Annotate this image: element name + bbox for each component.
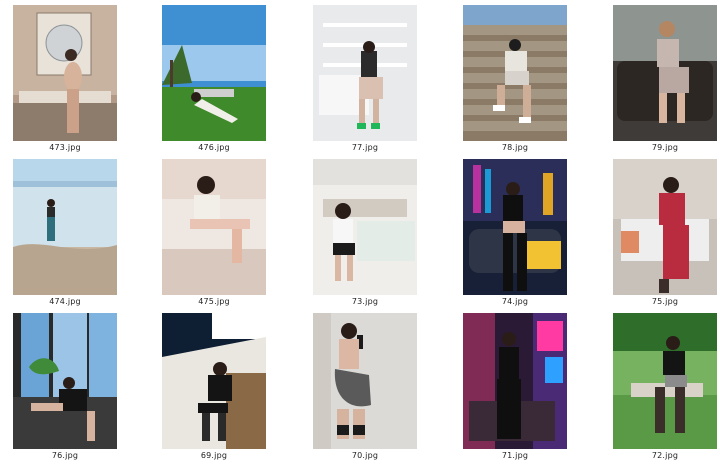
file-name: 69.jpg — [200, 451, 228, 460]
file-item[interactable]: 73.jpg — [295, 156, 435, 308]
file-item[interactable]: 69.jpg — [144, 310, 284, 462]
thumbnail[interactable] — [162, 313, 266, 449]
file-item[interactable]: 75.jpg — [595, 156, 720, 308]
thumbnail[interactable] — [13, 313, 117, 449]
file-name: 70.jpg — [351, 451, 379, 460]
file-name: 71.jpg — [501, 451, 529, 460]
thumbnail[interactable] — [463, 5, 567, 141]
file-item[interactable]: 475.jpg — [144, 156, 284, 308]
thumbnail[interactable] — [613, 159, 717, 295]
file-name: 475.jpg — [198, 297, 230, 306]
file-item[interactable]: 78.jpg — [445, 2, 585, 154]
file-item[interactable]: 474.jpg — [0, 156, 135, 308]
thumbnail[interactable] — [313, 5, 417, 141]
thumbnail[interactable] — [613, 5, 717, 141]
file-name: 75.jpg — [651, 297, 679, 306]
file-item[interactable]: 77.jpg — [295, 2, 435, 154]
file-name: 78.jpg — [501, 143, 529, 152]
file-item[interactable]: 76.jpg — [0, 310, 135, 462]
thumbnail[interactable] — [313, 313, 417, 449]
file-name: 77.jpg — [351, 143, 379, 152]
file-item[interactable]: 74.jpg — [445, 156, 585, 308]
file-name: 72.jpg — [651, 451, 679, 460]
file-item[interactable]: 72.jpg — [595, 310, 720, 462]
file-item[interactable]: 79.jpg — [595, 2, 720, 154]
file-name: 73.jpg — [351, 297, 379, 306]
file-name: 76.jpg — [51, 451, 79, 460]
thumbnail[interactable] — [463, 313, 567, 449]
thumbnail[interactable] — [313, 159, 417, 295]
file-name: 473.jpg — [49, 143, 81, 152]
file-item[interactable]: 473.jpg — [0, 2, 135, 154]
file-name: 74.jpg — [501, 297, 529, 306]
thumbnail[interactable] — [162, 159, 266, 295]
file-item[interactable]: 476.jpg — [144, 2, 284, 154]
file-item[interactable]: 71.jpg — [445, 310, 585, 462]
thumbnail[interactable] — [613, 313, 717, 449]
thumbnail[interactable] — [13, 159, 117, 295]
file-name: 476.jpg — [198, 143, 230, 152]
thumbnail[interactable] — [13, 5, 117, 141]
file-name: 474.jpg — [49, 297, 81, 306]
file-name: 79.jpg — [651, 143, 679, 152]
file-item[interactable]: 70.jpg — [295, 310, 435, 462]
thumbnail[interactable] — [162, 5, 266, 141]
thumbnail[interactable] — [463, 159, 567, 295]
thumbnail-grid: 473.jpg 476.jpg 77.jpg 78.jpg 79.jpg 474… — [0, 0, 720, 465]
